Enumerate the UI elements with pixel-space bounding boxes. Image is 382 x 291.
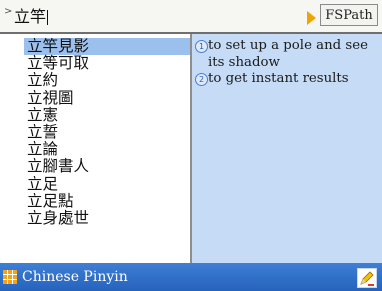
definition-sense: 2 to get instant results	[194, 71, 380, 88]
pencil-icon[interactable]	[357, 268, 377, 288]
results-list-pane: 立竿見影 立等可取 立約 立視圖 立憲 立誓 立論 立腳書人 立足 立足點 立身…	[0, 34, 190, 263]
sense-number-icon: 2	[195, 73, 208, 86]
sense-text: to set up a pole and see its shadow	[208, 38, 368, 70]
list-item[interactable]: 立等可取	[24, 55, 190, 72]
text-caret	[47, 10, 49, 25]
search-bar: > 立竿 FSPath	[0, 0, 382, 34]
list-item[interactable]: 立論	[24, 141, 190, 158]
sense-text: to get instant results	[208, 71, 349, 86]
list-item[interactable]: 立視圖	[24, 89, 190, 107]
list-item[interactable]: 立誓	[24, 123, 190, 141]
search-input[interactable]: 立竿	[14, 6, 49, 28]
results-list: 立竿見影 立等可取 立約 立視圖 立憲 立誓 立論 立腳書人 立足 立足點 立身…	[24, 37, 190, 227]
search-query-text: 立竿	[14, 7, 47, 26]
grid-icon[interactable]	[3, 270, 17, 284]
list-item[interactable]: 立足點	[24, 192, 190, 210]
input-method-label[interactable]: Chinese Pinyin	[22, 263, 128, 291]
cursor-marker-icon: >	[4, 6, 13, 17]
fspath-button[interactable]: FSPath	[320, 4, 378, 26]
list-item[interactable]: 立身處世	[24, 209, 190, 227]
definition-list: 1 to set up a pole and see its shadow 2 …	[194, 38, 380, 88]
definition-sense: 1 to set up a pole and see its shadow	[194, 38, 380, 71]
sense-number-icon: 1	[195, 40, 208, 53]
list-item[interactable]: 立足	[24, 175, 190, 193]
list-item[interactable]: 立約	[24, 72, 190, 89]
list-item[interactable]: 立憲	[24, 106, 190, 124]
status-bar: Chinese Pinyin	[0, 263, 382, 291]
list-item[interactable]: 立竿見影	[24, 37, 190, 56]
definition-pane: 1 to set up a pole and see its shadow 2 …	[192, 34, 382, 263]
play-arrow-icon[interactable]	[307, 11, 316, 25]
list-item[interactable]: 立腳書人	[24, 158, 190, 175]
